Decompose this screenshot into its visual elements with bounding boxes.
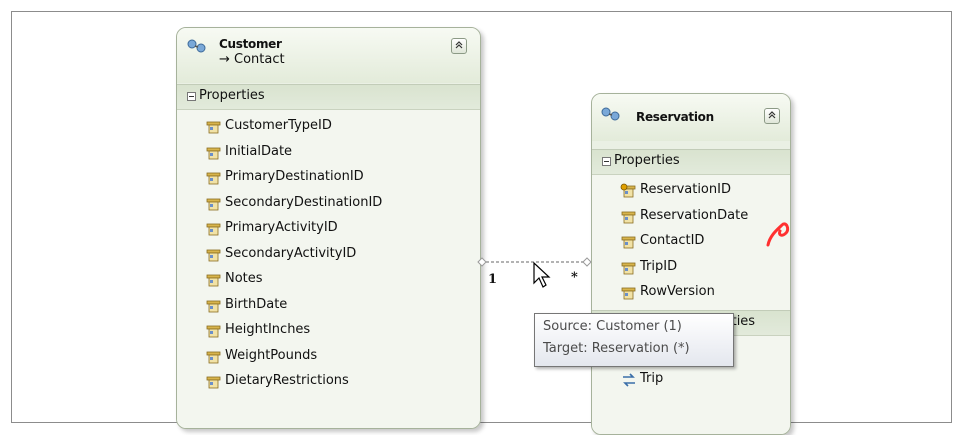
target-end-diamond	[582, 257, 592, 267]
target-multiplicity-label: *	[571, 270, 578, 285]
source-multiplicity-label: 1	[488, 272, 498, 287]
mouse-pointer-icon	[533, 262, 551, 288]
association-tooltip: Source: Customer (1) Target: Reservation…	[534, 313, 734, 367]
tooltip-target: Target: Reservation (*)	[543, 341, 690, 356]
association-connector[interactable]	[0, 0, 956, 407]
watermark-mark	[766, 222, 790, 247]
source-end-diamond	[477, 257, 487, 267]
tooltip-source: Source: Customer (1)	[543, 319, 682, 334]
